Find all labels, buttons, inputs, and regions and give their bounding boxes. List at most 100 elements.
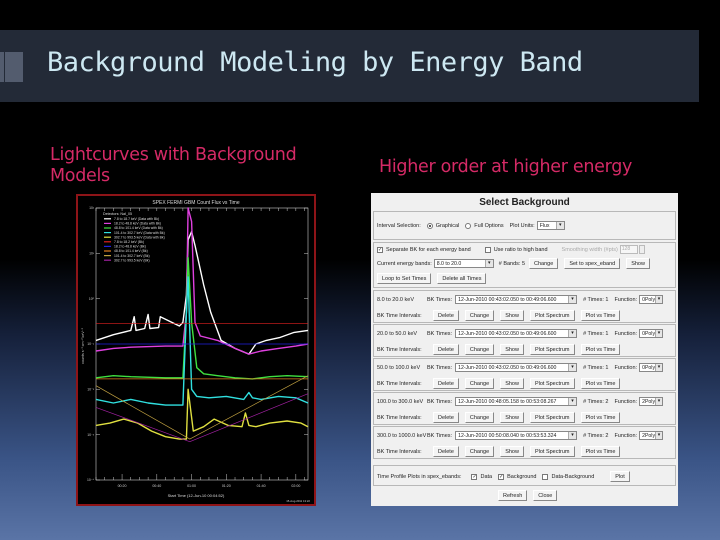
bk-times-select[interactable]: 12-Jun-2010 00:43:02.050 to 00:49:06.600… (455, 329, 578, 338)
delete-interval-button[interactable]: Delete (433, 310, 459, 321)
chart-footer: 15-Aug-2011 13:22 (286, 499, 310, 503)
bk-times-value: 12-Jun-2010 00:50:08.040 to 00:53:53.324 (458, 432, 557, 439)
smoothing-input[interactable]: 128 (619, 245, 638, 254)
delete-interval-button[interactable]: Delete (433, 446, 459, 457)
smoothing-spinner[interactable] (638, 245, 645, 254)
bk-times-value: 12-Jun-2010 00:43:02.050 to 00:49:06.600 (458, 296, 557, 303)
plot-spectrum-button[interactable]: Plot Spectrum (529, 446, 575, 457)
x-axis-label: Start Time (12-Jun-10 00:04:52) (168, 493, 225, 498)
show-interval-button[interactable]: Show (500, 344, 524, 355)
change-interval-button[interactable]: Change (464, 378, 495, 389)
bk-intervals-label: BK Time Intervals: (377, 346, 422, 353)
plot-vs-time-button[interactable]: Plot vs Time (580, 446, 621, 457)
chevron-down-icon: ▾ (555, 222, 564, 229)
series-line (95, 393, 309, 443)
title-decoration (0, 52, 25, 82)
legend-entry: 48.8 to 101.4 keV (Bk) (114, 249, 148, 253)
x-tick-label: 00:20 (118, 484, 127, 488)
band-range-label: 50.0 to 100.0 keV (377, 364, 421, 371)
set-to-spex-eband-button[interactable]: Set to spex_eband (564, 258, 621, 269)
legend-entry: 302.7 to 993.5 keV (Bk) (114, 258, 150, 262)
separate-bk-checkbox[interactable]: ✓ (377, 246, 383, 253)
data-checkbox[interactable]: ✓ (471, 473, 478, 480)
plot-spectrum-button[interactable]: Plot Spectrum (529, 412, 575, 423)
plot-spectrum-button[interactable]: Plot Spectrum (529, 344, 575, 355)
delete-interval-button[interactable]: Delete (433, 378, 459, 389)
show-interval-button[interactable]: Show (500, 412, 524, 423)
show-interval-button[interactable]: Show (500, 310, 524, 321)
full-options-radio[interactable] (465, 222, 472, 229)
chevron-down-icon: ▾ (568, 296, 577, 303)
band-range-label: 20.0 to 50.0 keV (377, 330, 418, 337)
function-select[interactable]: 0Poly ▾ (639, 295, 664, 304)
change-interval-button[interactable]: Change (464, 344, 495, 355)
function-select[interactable]: 0Poly ▾ (639, 363, 664, 372)
interval-selection-label: Interval Selection: (377, 222, 421, 229)
delete-all-times-button[interactable]: Delete all Times (437, 273, 487, 284)
plot-vs-time-button[interactable]: Plot vs Time (580, 412, 621, 423)
function-select[interactable]: 2Poly ▾ (639, 397, 664, 406)
function-value: 0Poly (642, 364, 656, 371)
y-tick-label: 10⁻¹ (87, 342, 95, 346)
chevron-down-icon: ▾ (484, 260, 493, 267)
graphical-radio-label: Graphical (435, 222, 460, 229)
band-group: 100.0 to 300.0 keV BK Times: 12-Jun-2010… (373, 392, 676, 425)
y-tick-label: 10⁰ (89, 297, 95, 301)
bk-times-select[interactable]: 12-Jun-2010 00:43:02.050 to 00:49:06.600… (455, 295, 578, 304)
chevron-down-icon: ▾ (655, 296, 663, 303)
x-tick-label: 02:00 (291, 484, 300, 488)
current-bands-select[interactable]: 8.0 to 20.0 ▾ (433, 259, 494, 268)
bk-times-select[interactable]: 12-Jun-2010 00:50:08.040 to 00:53:53.324… (455, 431, 578, 440)
show-interval-button[interactable]: Show (500, 378, 524, 389)
change-bands-button[interactable]: Change (529, 258, 559, 269)
plot-vs-time-button[interactable]: Plot vs Time (580, 310, 621, 321)
plot-units-select[interactable]: Flux ▾ (536, 221, 565, 230)
bk-times-label: BK Times: (427, 364, 453, 371)
data-checkbox-label: Data (480, 473, 493, 480)
slide-title: Background Modeling by Energy Band (47, 47, 583, 78)
chevron-down-icon: ▾ (568, 398, 577, 405)
refresh-button[interactable]: Refresh (498, 490, 528, 501)
bk-times-label: BK Times: (427, 296, 453, 303)
bk-times-select[interactable]: 12-Jun-2010 00:48:05.158 to 00:53:08.267… (455, 397, 578, 406)
band-group: 20.0 to 50.0 keV BK Times: 12-Jun-2010 0… (373, 324, 676, 357)
plot-spectrum-button[interactable]: Plot Spectrum (529, 378, 575, 389)
function-value: 2Poly (642, 432, 656, 439)
change-interval-button[interactable]: Change (464, 310, 495, 321)
smoothing-label: Smoothing width (#pts) (561, 246, 618, 253)
separate-bk-label: Separate BK for each energy band (386, 246, 471, 253)
function-select[interactable]: 2Poly ▾ (639, 431, 664, 440)
bk-times-value: 12-Jun-2010 00:43:02.050 to 00:49:06.600 (458, 364, 557, 371)
plot-spectrum-button[interactable]: Plot Spectrum (529, 310, 575, 321)
change-interval-button[interactable]: Change (464, 412, 495, 423)
nbands-label: # Bands: 5 (498, 260, 526, 267)
slide-title-bar: Background Modeling by Energy Band (0, 30, 699, 102)
use-ratio-checkbox[interactable] (484, 246, 491, 253)
chevron-down-icon: ▾ (568, 330, 577, 337)
legend-header: Detectors: NaI_05 (103, 212, 132, 216)
loop-to-set-times-button[interactable]: Loop to Set Times (377, 273, 432, 284)
function-select[interactable]: 0Poly ▾ (639, 329, 664, 338)
function-label: Function: (614, 364, 638, 371)
band-options-group: ✓ Separate BK for each energy band Use r… (373, 242, 676, 288)
delete-interval-button[interactable]: Delete (433, 412, 459, 423)
band-range-label: 300.0 to 1000.0 keV (377, 432, 427, 439)
delete-interval-button[interactable]: Delete (433, 344, 459, 355)
ntimes-label: # Times: 2 (583, 398, 609, 405)
band-group: 8.0 to 20.0 keV BK Times: 12-Jun-2010 00… (373, 290, 676, 323)
plot-button[interactable]: Plot (610, 471, 630, 482)
graphical-radio[interactable] (426, 222, 433, 229)
data-background-checkbox[interactable] (542, 473, 549, 480)
y-tick-label: 10⁻² (87, 388, 95, 392)
close-button[interactable]: Close (533, 490, 558, 501)
plot-units-value: Flux (539, 222, 550, 229)
plot-vs-time-button[interactable]: Plot vs Time (580, 378, 621, 389)
show-interval-button[interactable]: Show (500, 446, 524, 457)
show-bands-button[interactable]: Show (626, 258, 650, 269)
plot-vs-time-button[interactable]: Plot vs Time (580, 344, 621, 355)
bk-times-select[interactable]: 12-Jun-2010 00:43:02.050 to 00:49:06.600… (455, 363, 578, 372)
x-tick-label: 01:20 (222, 484, 231, 488)
change-interval-button[interactable]: Change (464, 446, 495, 457)
legend-entry: 48.8 to 101.4 keV (Data with Bk) (114, 226, 163, 230)
background-checkbox[interactable]: ✓ (498, 473, 505, 480)
